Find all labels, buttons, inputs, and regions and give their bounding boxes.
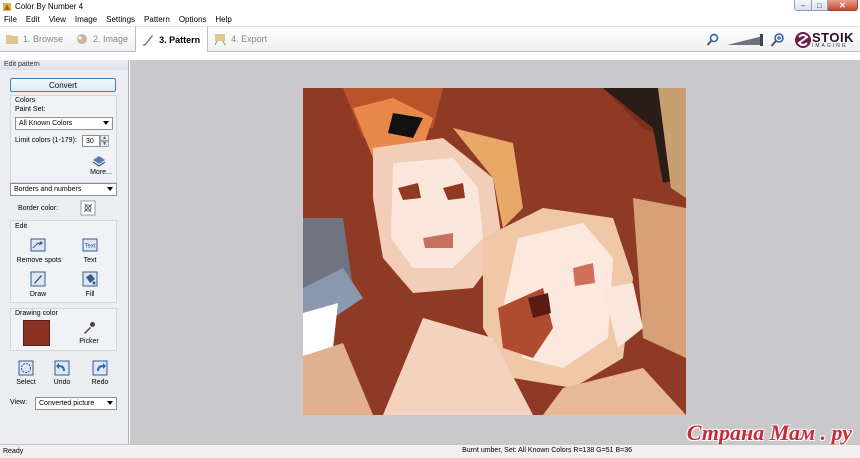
zoom-in-icon[interactable]	[770, 32, 786, 48]
wizard-toolbar: 1. Browse 2. Image 3. Pattern 4. Export …	[0, 26, 860, 52]
limit-colors-value: 30	[86, 137, 94, 145]
tab-image-label: 2. Image	[93, 34, 129, 44]
menu-image[interactable]: Image	[71, 15, 102, 24]
convert-button[interactable]: Convert	[10, 78, 116, 92]
colors-title: Colors	[15, 97, 36, 104]
fill-tool-icon[interactable]	[82, 271, 98, 287]
zoom-out-icon[interactable]	[706, 33, 720, 47]
more-colors-label[interactable]: More...	[87, 169, 115, 176]
paint-set-select[interactable]: All Known Colors	[15, 117, 113, 130]
site-watermark: Страна Мам . ру	[686, 420, 852, 445]
close-button[interactable]: ✕	[828, 0, 858, 11]
menu-settings[interactable]: Settings	[102, 15, 140, 24]
menu-options[interactable]: Options	[175, 15, 212, 24]
menu-bar: File Edit View Image Settings Pattern Op…	[0, 13, 860, 26]
picker-label[interactable]: Picker	[73, 338, 105, 345]
svg-text:Text: Text	[84, 244, 95, 250]
toolbar-right: STOIK IMAGING	[706, 29, 854, 51]
status-bar: Ready Burnt umber, Set: All Known Colors…	[0, 444, 860, 458]
redo-label: Redo	[91, 379, 109, 386]
title-bar: Color By Number 4 – □ ✕	[0, 0, 860, 13]
draw-tool-icon[interactable]	[30, 271, 46, 287]
undo-icon[interactable]	[54, 360, 70, 376]
folder-icon	[6, 35, 18, 44]
remove-spots-icon[interactable]	[30, 237, 46, 253]
border-color-label: Border color:	[18, 205, 59, 212]
chevron-down-icon	[107, 401, 113, 405]
brand-logo: STOIK IMAGING	[794, 31, 854, 49]
undo-label: Undo	[53, 379, 71, 386]
view-label: View:	[10, 399, 27, 406]
text-tool-label: Text	[83, 257, 97, 264]
view-value: Converted picture	[39, 400, 95, 407]
zoom-slider[interactable]	[726, 33, 764, 47]
brand-sub: IMAGING	[812, 43, 848, 49]
image-icon	[77, 34, 88, 44]
edit-group: Edit Remove spots Text Text Draw Fill	[10, 220, 117, 303]
menu-file[interactable]: File	[0, 15, 22, 24]
app-window: Color By Number 4 – □ ✕ File Edit View I…	[0, 0, 860, 458]
drawing-color-title: Drawing color	[15, 310, 58, 317]
limit-colors-label: Limit colors (1-179):	[15, 137, 77, 144]
fill-tool-label: Fill	[85, 291, 95, 298]
paint-set-label: Paint Set:	[15, 106, 46, 113]
drawing-color-group: Drawing color Picker	[10, 308, 117, 351]
edit-pattern-panel: Edit pattern Convert Colors Paint Set: A…	[0, 60, 129, 444]
redo-icon[interactable]	[92, 360, 108, 376]
paint-set-value: All Known Colors	[19, 120, 73, 127]
menu-view[interactable]: View	[45, 15, 71, 24]
edit-title: Edit	[15, 223, 28, 230]
canvas-area[interactable]	[130, 60, 860, 444]
tab-pattern-label: 3. Pattern	[159, 34, 201, 45]
tab-image[interactable]: 2. Image	[70, 27, 135, 51]
colors-group: Colors Paint Set: All Known Colors Limit…	[10, 95, 117, 183]
stoik-logo-icon	[795, 32, 811, 48]
menu-help[interactable]: Help	[211, 15, 236, 24]
window-title: Color By Number 4	[15, 2, 84, 11]
easel-icon	[214, 34, 226, 46]
limit-colors-input[interactable]: 30	[82, 135, 100, 147]
app-icon	[3, 2, 11, 11]
chevron-down-icon	[103, 121, 109, 125]
menu-edit[interactable]: Edit	[22, 15, 45, 24]
status-color-info: Burnt umber, Set: All Known Colors R=138…	[462, 447, 632, 454]
converted-picture[interactable]	[303, 88, 686, 415]
panel-header: Edit pattern	[0, 60, 128, 70]
window-controls: – □ ✕	[794, 0, 858, 11]
limit-colors-stepper[interactable]: ▲ ▼	[100, 135, 109, 147]
tab-export-label: 4. Export	[231, 34, 268, 44]
chevron-down-icon	[107, 187, 113, 191]
borders-select[interactable]: Borders and numbers	[10, 183, 117, 196]
minimize-button[interactable]: –	[794, 0, 812, 11]
drawing-color-swatch[interactable]	[23, 320, 50, 346]
more-colors-icon[interactable]	[91, 152, 107, 168]
spin-down-icon[interactable]: ▼	[100, 141, 109, 147]
text-tool-icon[interactable]: Text	[82, 237, 98, 253]
draw-tool-label: Draw	[29, 291, 47, 298]
borders-value: Borders and numbers	[14, 186, 82, 193]
tab-browse-label: 1. Browse	[23, 34, 64, 44]
menu-pattern[interactable]: Pattern	[140, 15, 175, 24]
maximize-button[interactable]: □	[812, 0, 828, 11]
eyedropper-icon[interactable]	[82, 321, 96, 335]
select-tool-icon[interactable]	[18, 360, 34, 376]
tab-browse[interactable]: 1. Browse	[0, 27, 70, 51]
brush-icon	[142, 34, 154, 46]
border-color-icon[interactable]	[80, 200, 96, 216]
remove-spots-label: Remove spots	[16, 257, 62, 264]
view-select[interactable]: Converted picture	[35, 397, 117, 410]
status-ready: Ready	[3, 448, 24, 455]
tab-pattern[interactable]: 3. Pattern	[135, 27, 209, 52]
tab-export[interactable]: 4. Export	[208, 27, 274, 51]
select-label: Select	[16, 379, 36, 386]
